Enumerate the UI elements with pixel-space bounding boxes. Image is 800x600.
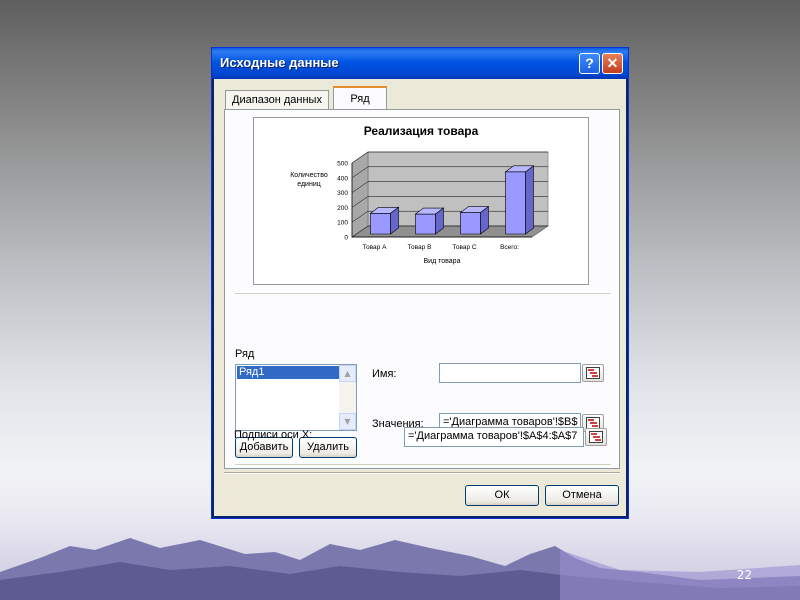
bar-side: [525, 165, 534, 235]
name-collapse-button[interactable]: [582, 364, 604, 382]
x-tick-label: Товар А: [363, 244, 387, 251]
source-data-dialog: Исходные данные ? ✕ Диапазон данных Ряд …: [211, 47, 629, 519]
x-tick-label: Товар В: [408, 244, 432, 251]
series-listbox[interactable]: Ряд1 ▲ ▼: [235, 364, 357, 431]
series-list-item[interactable]: Ряд1: [237, 366, 339, 379]
y-axis-label-line1: Количество: [290, 172, 328, 179]
bar-front: [505, 171, 526, 235]
series-section-label: Ряд: [235, 348, 255, 360]
bar-front: [415, 213, 436, 235]
close-button[interactable]: ✕: [602, 53, 623, 74]
slide-page-number: 22: [736, 568, 752, 582]
bar-front: [460, 212, 481, 235]
scroll-up-button[interactable]: ▲: [339, 365, 356, 382]
range-select-icon: [586, 367, 600, 379]
bar-front: [370, 212, 391, 235]
x-tick-label: Всего:: [500, 244, 519, 251]
chart-side-wall: [351, 151, 369, 238]
chart-preview: Реализация товара 0 100 200 300 400 500 Количес…: [253, 117, 589, 285]
x-axis-labels-label: Подписи оси X:: [234, 429, 313, 441]
chart-title: Реализация товара: [364, 124, 479, 138]
title-bar[interactable]: Исходные данные ? ✕: [212, 48, 628, 79]
x-axis-labels-field[interactable]: ='Диаграмма товаров'!$A$4:$A$7: [404, 427, 584, 447]
y-tick-label: 400: [337, 175, 348, 182]
help-button[interactable]: ?: [579, 53, 600, 74]
y-tick-label: 300: [337, 190, 348, 197]
bar-chart: Реализация товара 0 100 200 300 400 500 Количес…: [290, 124, 550, 265]
range-select-icon: [589, 431, 603, 443]
y-tick-label: 0: [344, 235, 348, 242]
footer-separator: [224, 472, 620, 474]
name-label: Имя:: [372, 368, 397, 380]
ok-button[interactable]: ОК: [465, 485, 539, 506]
y-tick-label: 500: [337, 161, 348, 168]
dialog-title: Исходные данные: [220, 55, 339, 70]
mountain-backdrop: [0, 538, 800, 600]
y-axis-label-line2: единиц: [297, 181, 321, 188]
tab-data-range[interactable]: Диапазон данных: [225, 90, 329, 110]
x-axis-collapse-button[interactable]: [585, 428, 607, 446]
tab-panel: Реализация товара 0 100 200 300 400 500 Количес…: [224, 109, 620, 469]
separator-bottom: [235, 464, 611, 465]
y-tick-label: 200: [337, 205, 348, 212]
separator-top: [235, 293, 611, 294]
scroll-down-button[interactable]: ▼: [339, 413, 356, 430]
x-axis-label: Вид товара: [424, 258, 461, 265]
cancel-button[interactable]: Отмена: [545, 485, 619, 506]
name-field[interactable]: [439, 363, 581, 383]
listbox-scrollbar[interactable]: ▲ ▼: [339, 365, 356, 430]
y-tick-label: 100: [337, 220, 348, 227]
x-tick-label: Товар С: [452, 244, 476, 251]
tab-series[interactable]: Ряд: [333, 86, 387, 110]
